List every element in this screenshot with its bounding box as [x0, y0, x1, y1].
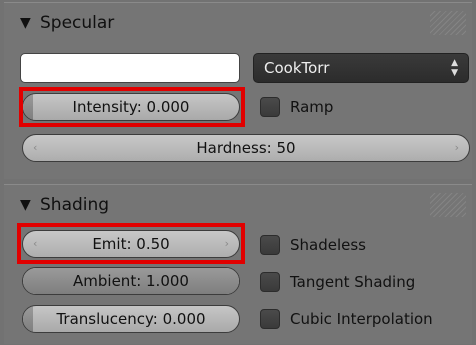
- shadeless-checkbox-box[interactable]: [260, 235, 280, 255]
- translucency-slider[interactable]: Translucency: 0.000: [22, 305, 240, 333]
- intensity-slider-fill: [23, 94, 33, 120]
- specular-panel-title: Specular: [40, 13, 115, 33]
- shading-panel-header[interactable]: ▼ Shading: [4, 185, 472, 225]
- translucency-slider-fill: [23, 306, 33, 332]
- emit-number-field[interactable]: ‹ Emit: 0.50 ›: [22, 230, 240, 258]
- specular-panel-header[interactable]: ▼ Specular: [4, 3, 472, 43]
- specular-color-swatch[interactable]: [20, 53, 240, 83]
- collapse-triangle-icon[interactable]: ▼: [20, 15, 36, 31]
- intensity-slider[interactable]: Intensity: 0.000: [22, 93, 240, 121]
- chevron-right-icon[interactable]: ›: [225, 237, 229, 250]
- ramp-checkbox[interactable]: Ramp: [260, 95, 333, 119]
- tangent-shading-checkbox[interactable]: Tangent Shading: [260, 270, 415, 294]
- ramp-checkbox-box[interactable]: [260, 97, 280, 117]
- translucency-label: Translucency: 0.000: [56, 310, 206, 328]
- shadeless-label: Shadeless: [290, 236, 366, 254]
- collapse-triangle-icon[interactable]: ▼: [20, 197, 36, 213]
- specular-shader-dropdown[interactable]: CookTorr ▲ ▼: [253, 53, 469, 83]
- panel-drag-grip[interactable]: [430, 193, 466, 217]
- chevron-left-icon[interactable]: ‹: [33, 237, 37, 250]
- shading-panel-title: Shading: [40, 195, 110, 215]
- cubic-interpolation-label: Cubic Interpolation: [290, 310, 433, 328]
- emit-label: Emit: 0.50: [92, 235, 170, 253]
- cubic-interpolation-checkbox-box[interactable]: [260, 309, 280, 329]
- tangent-shading-checkbox-box[interactable]: [260, 272, 280, 292]
- ambient-label: Ambient: 1.000: [73, 272, 189, 290]
- ramp-label: Ramp: [290, 98, 334, 116]
- cubic-interpolation-checkbox[interactable]: Cubic Interpolation: [260, 307, 433, 331]
- intensity-label: Intensity: 0.000: [72, 98, 190, 116]
- specular-shader-value: CookTorr: [264, 59, 330, 77]
- shadeless-checkbox[interactable]: Shadeless: [260, 233, 366, 257]
- hardness-number-field[interactable]: ‹ Hardness: 50 ›: [22, 134, 470, 162]
- chevron-left-icon[interactable]: ‹: [33, 141, 37, 154]
- hardness-label: Hardness: 50: [196, 139, 296, 157]
- tangent-shading-label: Tangent Shading: [290, 273, 416, 291]
- panel-drag-grip[interactable]: [430, 11, 466, 35]
- chevron-right-icon[interactable]: ›: [455, 141, 459, 154]
- updown-arrows-icon: ▲ ▼: [451, 58, 458, 78]
- ambient-slider[interactable]: Ambient: 1.000: [22, 267, 240, 295]
